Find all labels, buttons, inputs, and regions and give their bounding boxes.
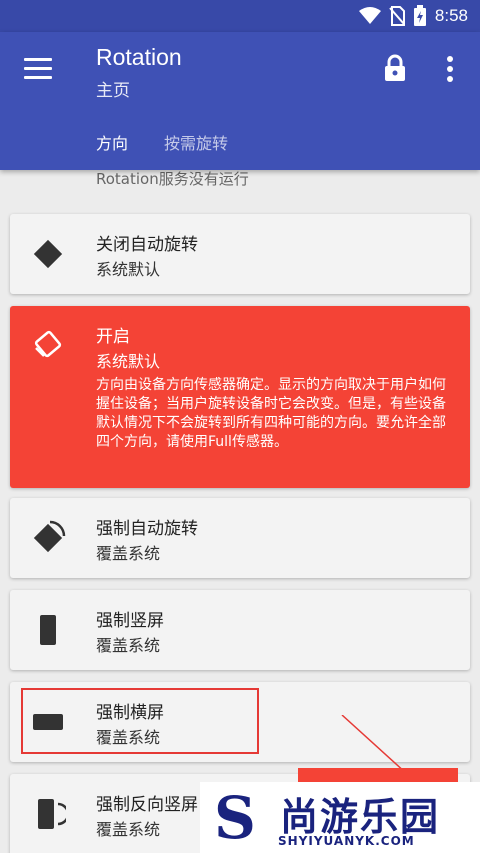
- item-name: 开启: [96, 327, 130, 347]
- battery-charging-icon: [413, 5, 426, 26]
- no-sim-icon: [389, 6, 405, 26]
- annotation-highlight-box: [21, 688, 259, 754]
- item-sub: 系统默认: [96, 352, 161, 371]
- item-sub: 系统默认: [96, 260, 161, 279]
- service-status-text: Rotation服务没有运行: [96, 170, 249, 188]
- item-name: 强制自动旋转: [96, 519, 198, 539]
- wifi-icon: [358, 7, 381, 24]
- list-item-force-auto-rotate[interactable]: 强制自动旋转 覆盖系统: [10, 498, 470, 578]
- watermark-logo-icon: S: [214, 784, 256, 852]
- portrait-icon: [40, 615, 56, 645]
- lock-icon[interactable]: [382, 54, 408, 82]
- app-subtitle: 主页: [96, 81, 130, 101]
- orientation-list: Rotation服务没有运行 关闭自动旋转 系统默认 开启 系统默认 方向由设备…: [0, 170, 480, 853]
- reverse-portrait-icon: [38, 799, 66, 829]
- watermark: S 尚游乐园 SHYIYUANYK.COM: [200, 782, 480, 853]
- item-sub: 覆盖系统: [96, 544, 161, 563]
- app-bar: Rotation 主页 方向 按需旋转: [0, 32, 480, 170]
- status-time: 8:58: [434, 6, 468, 25]
- item-description: 方向由设备方向传感器确定。显示的方向取决于用户如何握住设备；当用户旋转设备时它会…: [96, 377, 446, 450]
- force-auto-rotate-icon: [33, 520, 66, 553]
- tab-on-demand-rotation[interactable]: 按需旋转: [164, 130, 228, 154]
- list-item-rotation-on[interactable]: 开启 系统默认 方向由设备方向传感器确定。显示的方向取决于用户如何握住设备；当用…: [10, 306, 470, 488]
- menu-icon[interactable]: [24, 58, 52, 80]
- tab-bar: 方向 按需旋转: [0, 124, 480, 170]
- status-icons: 8:58: [358, 0, 468, 32]
- list-item-rotation-off[interactable]: 关闭自动旋转 系统默认: [10, 214, 470, 294]
- item-name: 强制反向竖屏: [96, 795, 198, 815]
- more-vert-icon[interactable]: [440, 54, 460, 84]
- list-item-force-portrait[interactable]: 强制竖屏 覆盖系统: [10, 590, 470, 670]
- item-name: 强制竖屏: [96, 611, 164, 631]
- app-title: Rotation: [96, 44, 182, 70]
- status-bar: 8:58: [0, 0, 480, 32]
- watermark-brand: 尚游乐园: [280, 795, 441, 839]
- rotation-lock-icon: [33, 239, 63, 269]
- item-sub: 覆盖系统: [96, 820, 161, 839]
- auto-rotate-icon: [34, 330, 62, 358]
- item-name: 关闭自动旋转: [96, 235, 198, 255]
- tab-orientation[interactable]: 方向: [96, 130, 128, 154]
- item-sub: 覆盖系统: [96, 636, 161, 655]
- watermark-domain: SHYIYUANYK.COM: [278, 834, 415, 848]
